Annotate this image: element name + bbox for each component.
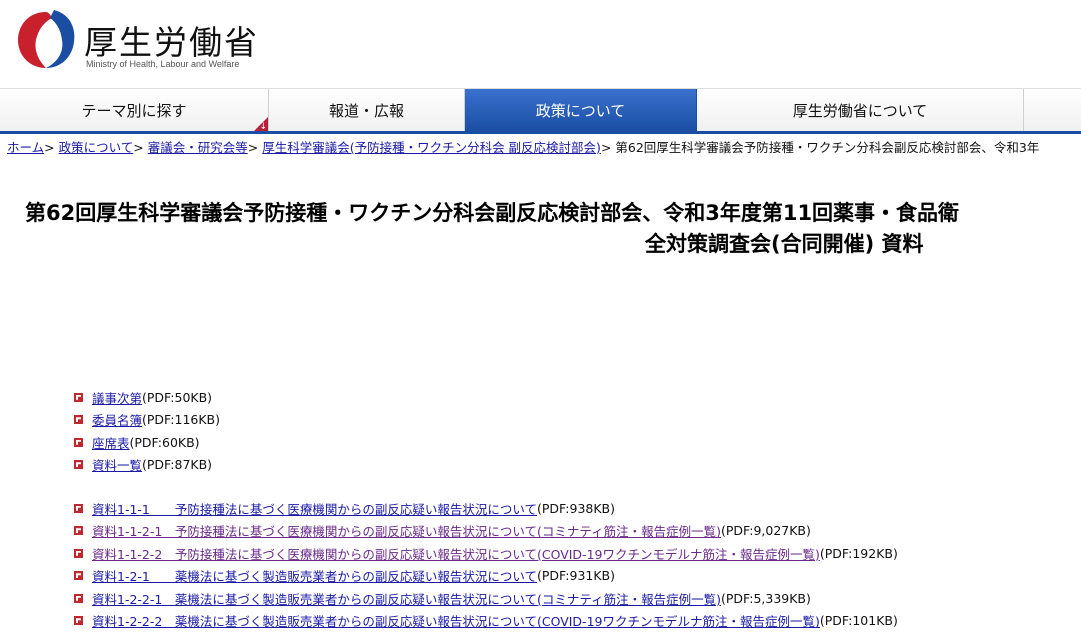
breadcrumb-current: 第62回厚生科学審議会予防接種・ワクチン分科会副反応検討部会、令和3年 <box>615 140 1039 155</box>
document-list-reports: 資料1-1-1 予防接種法に基づく医療機関からの副反応疑い報告状況について(PD… <box>74 497 898 632</box>
breadcrumb-link-policy[interactable]: 政策について <box>59 140 134 155</box>
file-size: (PDF:116KB) <box>142 412 220 427</box>
page-title: 第62回厚生科学審議会予防接種・ワクチン分科会副反応検討部会、令和3年度第11回… <box>25 198 1081 260</box>
list-item: 資料1-1-2-1 予防接種法に基づく医療機関からの副反応疑い報告状況について(… <box>74 520 898 543</box>
breadcrumb-separator: > <box>44 140 54 155</box>
document-link[interactable]: 資料1-2-1 薬機法に基づく製造販売業者からの副反応疑い報告状況について <box>92 566 537 585</box>
breadcrumb-separator: > <box>601 140 611 155</box>
nav-tab-label: テーマ別に探す <box>81 100 186 121</box>
page-title-line1: 第62回厚生科学審議会予防接種・ワクチン分科会副反応検討部会、令和3年度第11回… <box>25 201 959 225</box>
list-item: 資料1-2-2-1 薬機法に基づく製造販売業者からの副反応疑い報告状況について(… <box>74 587 898 610</box>
list-item: 資料一覧(PDF:87KB) <box>74 454 220 477</box>
list-item: 議事次第(PDF:50KB) <box>74 386 220 409</box>
document-link[interactable]: 資料1-1-1 予防接種法に基づく医療機関からの副反応疑い報告状況について <box>92 499 537 518</box>
pdf-icon <box>74 616 83 625</box>
pdf-icon <box>74 526 83 535</box>
breadcrumb-link-home[interactable]: ホーム <box>7 140 44 155</box>
breadcrumb-separator: > <box>133 140 143 155</box>
document-link[interactable]: 資料1-2-2-2 薬機法に基づく製造販売業者からの副反応疑い報告状況について(… <box>92 611 820 630</box>
list-item: 資料1-2-1 薬機法に基づく製造販売業者からの副反応疑い報告状況について(PD… <box>74 565 898 588</box>
pdf-icon <box>74 393 83 402</box>
pdf-icon <box>74 438 83 447</box>
pdf-icon <box>74 594 83 603</box>
nav-tab-policy[interactable]: 政策について <box>465 89 697 131</box>
breadcrumb-separator: > <box>248 140 258 155</box>
site-logo[interactable]: 厚生労働省 Ministry of Health, Labour and Wel… <box>14 6 314 78</box>
document-list-general: 議事次第(PDF:50KB)委員名簿(PDF:116KB)座席表(PDF:60K… <box>74 386 220 476</box>
global-nav: テーマ別に探す ↓ 報道・広報 政策について 厚生労働省について <box>0 88 1081 134</box>
nav-tab-press[interactable]: 報道・広報 <box>269 89 465 131</box>
file-size: (PDF:87KB) <box>142 457 212 472</box>
document-link[interactable]: 資料1-2-2-1 薬機法に基づく製造販売業者からの副反応疑い報告状況について(… <box>92 589 721 608</box>
breadcrumb-link-committee[interactable]: 厚生科学審議会(予防接種・ワクチン分科会 副反応検討部会) <box>262 140 601 155</box>
nav-tab-about[interactable]: 厚生労働省について <box>697 89 1024 131</box>
list-item: 資料1-2-2-2 薬機法に基づく製造販売業者からの副反応疑い報告状況について(… <box>74 610 898 632</box>
pdf-icon <box>74 415 83 424</box>
breadcrumb-link-councils[interactable]: 審議会・研究会等 <box>148 140 248 155</box>
mhlw-logo-icon <box>14 6 78 72</box>
file-size: (PDF:101KB) <box>820 613 898 628</box>
file-size: (PDF:5,339KB) <box>721 591 811 606</box>
file-size: (PDF:9,027KB) <box>721 523 811 538</box>
nav-tab-theme[interactable]: テーマ別に探す ↓ <box>0 89 269 131</box>
document-link[interactable]: 議事次第 <box>92 388 142 407</box>
document-link[interactable]: 資料一覧 <box>92 455 142 474</box>
pdf-icon <box>74 460 83 469</box>
arrow-down-icon: ↓ <box>259 122 267 132</box>
document-link[interactable]: 資料1-1-2-2 予防接種法に基づく医療機関からの副反応疑い報告状況について(… <box>92 544 820 563</box>
logo-subtitle: Ministry of Health, Labour and Welfare <box>86 59 239 69</box>
list-item: 委員名簿(PDF:116KB) <box>74 409 220 432</box>
breadcrumb: ホーム> 政策について> 審議会・研究会等> 厚生科学審議会(予防接種・ワクチン… <box>7 137 1039 156</box>
file-size: (PDF:60KB) <box>130 435 200 450</box>
nav-tab-label: 報道・広報 <box>329 100 404 121</box>
page-title-line2: 全対策調査会(合同開催) 資料 <box>25 229 1081 260</box>
pdf-icon <box>74 504 83 513</box>
logo-title: 厚生労働省 <box>84 16 259 64</box>
file-size: (PDF:931KB) <box>537 568 615 583</box>
document-link[interactable]: 座席表 <box>92 433 130 452</box>
pdf-icon <box>74 571 83 580</box>
list-item: 資料1-1-1 予防接種法に基づく医療機関からの副反応疑い報告状況について(PD… <box>74 497 898 520</box>
pdf-icon <box>74 549 83 558</box>
nav-tab-label: 政策について <box>536 100 626 121</box>
nav-tab-label: 厚生労働省について <box>793 100 928 121</box>
file-size: (PDF:50KB) <box>142 390 212 405</box>
list-item: 資料1-1-2-2 予防接種法に基づく医療機関からの副反応疑い報告状況について(… <box>74 542 898 565</box>
list-item: 座席表(PDF:60KB) <box>74 431 220 454</box>
document-link[interactable]: 委員名簿 <box>92 410 142 429</box>
file-size: (PDF:192KB) <box>820 546 898 561</box>
file-size: (PDF:938KB) <box>537 501 615 516</box>
document-link[interactable]: 資料1-1-2-1 予防接種法に基づく医療機関からの副反応疑い報告状況について(… <box>92 521 721 540</box>
